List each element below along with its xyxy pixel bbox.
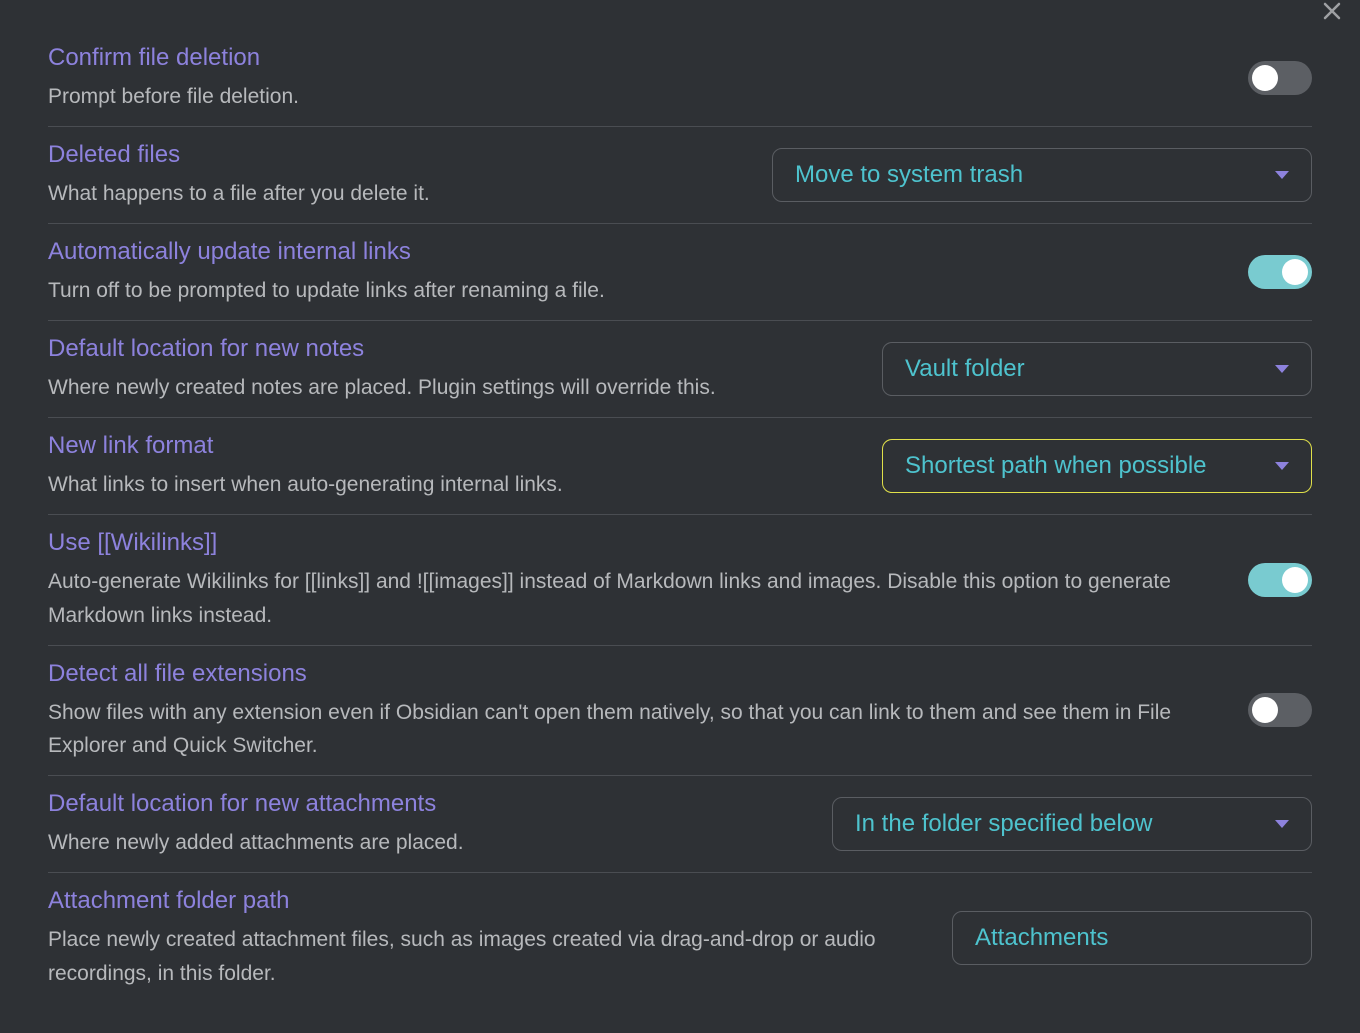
detect-extensions-toggle[interactable] xyxy=(1248,693,1312,727)
chevron-down-icon xyxy=(1275,171,1289,179)
setting-title: Attachment folder path xyxy=(48,885,928,917)
setting-title: Confirm file deletion xyxy=(48,42,1224,74)
default-attachment-location-dropdown[interactable]: In the folder specified below xyxy=(832,797,1312,851)
settings-panel: Confirm file deletion Prompt before file… xyxy=(48,30,1312,1003)
default-note-location-dropdown[interactable]: Vault folder xyxy=(882,342,1312,396)
setting-title: Automatically update internal links xyxy=(48,236,1224,268)
toggle-knob xyxy=(1282,567,1308,593)
setting-default-note-location: Default location for new notes Where new… xyxy=(48,321,1312,418)
setting-description: Where newly created notes are placed. Pl… xyxy=(48,371,858,405)
setting-control xyxy=(1248,61,1312,95)
setting-default-attachment-location: Default location for new attachments Whe… xyxy=(48,776,1312,873)
dropdown-value: Shortest path when possible xyxy=(905,452,1207,480)
setting-control xyxy=(952,911,1312,965)
setting-deleted-files: Deleted files What happens to a file aft… xyxy=(48,127,1312,224)
new-link-format-dropdown[interactable]: Shortest path when possible xyxy=(882,439,1312,493)
setting-title: Use [[Wikilinks]] xyxy=(48,527,1224,559)
setting-text: New link format What links to insert whe… xyxy=(48,430,858,502)
setting-control: Vault folder xyxy=(882,342,1312,396)
setting-control: Shortest path when possible xyxy=(882,439,1312,493)
setting-title: Deleted files xyxy=(48,139,748,171)
setting-control xyxy=(1248,255,1312,289)
setting-text: Automatically update internal links Turn… xyxy=(48,236,1224,308)
setting-control xyxy=(1248,693,1312,727)
setting-description: What happens to a file after you delete … xyxy=(48,177,748,211)
setting-text: Confirm file deletion Prompt before file… xyxy=(48,42,1224,114)
chevron-down-icon xyxy=(1275,820,1289,828)
setting-description: Auto-generate Wikilinks for [[links]] an… xyxy=(48,565,1224,632)
setting-control: Move to system trash xyxy=(772,148,1312,202)
setting-description: Show files with any extension even if Ob… xyxy=(48,696,1224,763)
setting-description: Prompt before file deletion. xyxy=(48,80,1224,114)
setting-attachment-folder-path: Attachment folder path Place newly creat… xyxy=(48,873,1312,1003)
confirm-deletion-toggle[interactable] xyxy=(1248,61,1312,95)
attachment-folder-path-input[interactable] xyxy=(952,911,1312,965)
setting-description: Place newly created attachment files, su… xyxy=(48,923,928,990)
setting-description: Where newly added attachments are placed… xyxy=(48,826,808,860)
setting-detect-extensions: Detect all file extensions Show files wi… xyxy=(48,646,1312,777)
setting-title: Default location for new attachments xyxy=(48,788,808,820)
dropdown-value: Move to system trash xyxy=(795,161,1023,189)
setting-title: New link format xyxy=(48,430,858,462)
use-wikilinks-toggle[interactable] xyxy=(1248,563,1312,597)
dropdown-value: Vault folder xyxy=(905,355,1025,383)
setting-text: Default location for new attachments Whe… xyxy=(48,788,808,860)
setting-text: Use [[Wikilinks]] Auto-generate Wikilink… xyxy=(48,527,1224,633)
setting-title: Default location for new notes xyxy=(48,333,858,365)
chevron-down-icon xyxy=(1275,365,1289,373)
dropdown-value: In the folder specified below xyxy=(855,810,1153,838)
setting-confirm-deletion: Confirm file deletion Prompt before file… xyxy=(48,30,1312,127)
setting-text: Attachment folder path Place newly creat… xyxy=(48,885,928,991)
setting-auto-update-links: Automatically update internal links Turn… xyxy=(48,224,1312,321)
setting-description: What links to insert when auto-generatin… xyxy=(48,468,858,502)
setting-use-wikilinks: Use [[Wikilinks]] Auto-generate Wikilink… xyxy=(48,515,1312,646)
deleted-files-dropdown[interactable]: Move to system trash xyxy=(772,148,1312,202)
toggle-knob xyxy=(1252,65,1278,91)
setting-control xyxy=(1248,563,1312,597)
toggle-knob xyxy=(1252,697,1278,723)
toggle-knob xyxy=(1282,259,1308,285)
auto-update-links-toggle[interactable] xyxy=(1248,255,1312,289)
setting-control: In the folder specified below xyxy=(832,797,1312,851)
setting-text: Default location for new notes Where new… xyxy=(48,333,858,405)
close-icon[interactable] xyxy=(1322,0,1342,28)
setting-text: Detect all file extensions Show files wi… xyxy=(48,658,1224,764)
setting-title: Detect all file extensions xyxy=(48,658,1224,690)
setting-text: Deleted files What happens to a file aft… xyxy=(48,139,748,211)
setting-description: Turn off to be prompted to update links … xyxy=(48,274,1224,308)
setting-new-link-format: New link format What links to insert whe… xyxy=(48,418,1312,515)
chevron-down-icon xyxy=(1275,462,1289,470)
